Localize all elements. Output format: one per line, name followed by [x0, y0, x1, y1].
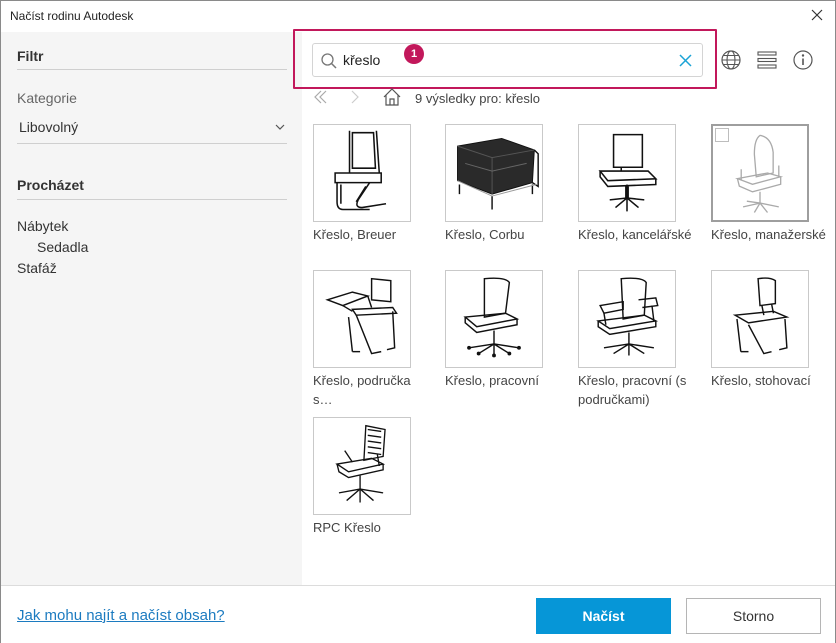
corbu-armchair-icon	[445, 124, 543, 222]
family-tile[interactable]: RPC Křeslo	[313, 417, 433, 537]
browse-item-stafaz[interactable]: Stafáž	[17, 260, 57, 276]
load-button[interactable]: Načíst	[536, 598, 671, 634]
family-caption: Křeslo, stohovací	[711, 373, 811, 388]
chevron-down-icon	[275, 124, 285, 130]
dialog-window: Načíst rodinu Autodesk Filtr Kategorie L…	[0, 0, 836, 643]
home-icon[interactable]	[382, 87, 402, 107]
help-link[interactable]: Jak mohu najít a načíst obsah?	[17, 607, 225, 624]
browse-item-nabytek[interactable]: Nábytek	[17, 218, 68, 234]
family-caption: Křeslo, kancelářské	[578, 227, 692, 242]
globe-icon[interactable]	[720, 49, 742, 71]
family-caption: Křeslo, pracovní	[445, 373, 539, 388]
back-icon[interactable]	[311, 88, 329, 106]
family-tile[interactable]: Křeslo, pracovní (s područkami)	[578, 270, 698, 409]
family-tile[interactable]: Křeslo, kancelářské	[578, 124, 698, 244]
office-chair-icon	[578, 124, 676, 222]
family-tile[interactable]: Křeslo, pracovní	[445, 270, 565, 390]
family-tile[interactable]: Křeslo, stohovací	[711, 270, 831, 390]
search-box[interactable]	[312, 43, 703, 77]
divider	[17, 199, 287, 200]
task-chair-icon	[445, 270, 543, 368]
title-bar: Načíst rodinu Autodesk	[1, 1, 835, 32]
task-chair-arms-icon	[578, 270, 676, 368]
clear-search-icon[interactable]	[679, 54, 692, 67]
category-dropdown[interactable]: Libovolný	[17, 116, 287, 142]
tablet-arm-chair-icon	[313, 270, 411, 368]
family-caption: Křeslo, Breuer	[313, 227, 397, 242]
category-label: Kategorie	[17, 90, 77, 106]
window-title: Načíst rodinu Autodesk	[10, 9, 134, 23]
dialog-footer: Jak mohu najít a načíst obsah? Načíst St…	[1, 585, 835, 643]
family-tile[interactable]: Křeslo, Breuer	[313, 124, 433, 244]
search-input[interactable]	[343, 50, 663, 70]
family-caption: Křeslo, manažerské	[711, 227, 826, 242]
results-summary: 9 výsledky pro: křeslo	[415, 91, 540, 106]
family-caption: RPC Křeslo	[313, 520, 381, 535]
divider	[17, 143, 287, 144]
search-icon	[321, 53, 337, 69]
stacking-chair-icon	[711, 270, 809, 368]
filter-heading: Filtr	[17, 48, 44, 64]
family-caption: Křeslo, pracovní (s područkami)	[578, 373, 687, 407]
browse-item-sedadla[interactable]: Sedadla	[37, 239, 88, 255]
family-caption: Křeslo, područka s…	[313, 373, 411, 407]
executive-chair-icon	[711, 124, 809, 222]
list-view-icon[interactable]	[756, 49, 778, 71]
filter-sidebar: Filtr Kategorie Libovolný Procházet Náby…	[1, 32, 302, 585]
family-tile[interactable]: Křeslo, manažerské	[711, 124, 831, 244]
family-caption: Křeslo, Corbu	[445, 227, 525, 242]
rpc-chair-icon	[313, 417, 411, 515]
family-tile[interactable]: Křeslo, Corbu	[445, 124, 565, 244]
close-icon[interactable]	[809, 7, 825, 23]
category-value: Libovolný	[19, 119, 79, 135]
browse-heading: Procházet	[17, 177, 84, 193]
forward-icon[interactable]	[347, 88, 365, 106]
info-icon[interactable]	[792, 49, 814, 71]
step-badge: 1	[404, 44, 424, 64]
cancel-button[interactable]: Storno	[686, 598, 821, 634]
family-tile[interactable]: Křeslo, područka s…	[313, 270, 433, 409]
breuer-chair-icon	[313, 124, 411, 222]
divider	[17, 69, 287, 70]
